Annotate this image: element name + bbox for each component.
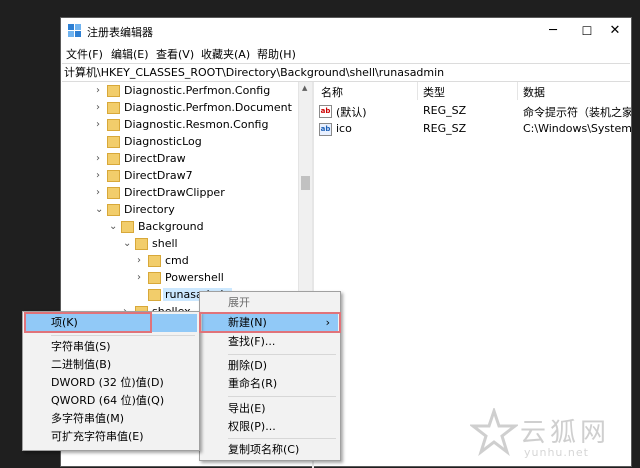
menu-file[interactable]: 文件(F) <box>66 46 103 62</box>
tree-item-label: cmd <box>165 254 189 267</box>
chevron-icon <box>137 289 145 301</box>
folder-icon <box>121 221 134 233</box>
tree-item-label: Diagnostic.Perfmon.Config <box>124 84 271 97</box>
submenu-qword-value[interactable]: QWORD (64 位)值(Q) <box>25 392 197 410</box>
tree-item-label: Directory <box>124 203 175 216</box>
menu-bar: 文件(F) 编辑(E) 查看(V) 收藏夹(A) 帮助(H) <box>61 44 631 62</box>
submenu-expandable-string-value[interactable]: 可扩充字符串值(E) <box>25 428 197 446</box>
menu-export[interactable]: 导出(E) <box>202 400 338 418</box>
watermark-url: yunhu.net <box>524 446 589 459</box>
column-divider[interactable] <box>517 82 518 100</box>
scrollbar-thumb[interactable] <box>301 176 310 190</box>
folder-icon <box>148 289 161 301</box>
value-data: 命令提示符（装机之家) <box>523 106 631 119</box>
tree-item-label: shell <box>152 237 178 250</box>
menu-permissions[interactable]: 权限(P)... <box>202 418 338 436</box>
submenu-binary-value[interactable]: 二进制值(B) <box>25 356 197 374</box>
folder-icon <box>148 272 161 284</box>
string-value-icon: ab <box>319 123 332 136</box>
tree-item-label: DirectDraw7 <box>124 169 193 182</box>
menu-delete[interactable]: 删除(D) <box>202 357 338 375</box>
folder-icon <box>107 136 120 148</box>
menu-separator <box>228 396 336 397</box>
value-data: C:\Windows\System3 <box>523 122 631 135</box>
folder-icon <box>135 238 148 250</box>
menu-copy-key-name[interactable]: 复制项名称(C) <box>202 441 338 459</box>
menu-rename[interactable]: 重命名(R) <box>202 375 338 393</box>
chevron-icon <box>96 136 104 148</box>
registry-editor-icon <box>68 24 81 37</box>
menu-separator <box>228 354 336 355</box>
column-divider[interactable] <box>417 82 418 100</box>
menu-find[interactable]: 查找(F)... <box>202 333 338 351</box>
menu-separator <box>228 438 336 439</box>
menu-view[interactable]: 查看(V) <box>156 46 194 62</box>
menu-edit[interactable]: 编辑(E) <box>111 46 149 62</box>
menu-help[interactable]: 帮助(H) <box>257 46 296 62</box>
chevron-down-icon[interactable]: ⌄ <box>95 204 103 216</box>
folder-icon <box>107 119 120 131</box>
address-bar[interactable]: 计算机\HKEY_CLASSES_ROOT\Directory\Backgrou… <box>62 63 630 82</box>
menu-expand[interactable]: 展开 <box>202 294 338 312</box>
close-button[interactable]: ✕ <box>595 18 635 44</box>
tree-item-label: DirectDrawClipper <box>124 186 225 199</box>
value-row[interactable]: ab (默认) REG_SZ 命令提示符（装机之家) <box>315 103 631 120</box>
folder-icon <box>107 153 120 165</box>
chevron-right-icon[interactable]: › <box>96 119 104 131</box>
tree-item-label: Diagnostic.Resmon.Config <box>124 118 269 131</box>
chevron-right-icon[interactable]: › <box>137 255 145 267</box>
menu-favorites[interactable]: 收藏夹(A) <box>201 46 250 62</box>
tree-item-label: Diagnostic.Perfmon.Document <box>124 101 292 114</box>
value-type: REG_SZ <box>423 122 467 135</box>
chevron-down-icon[interactable]: ⌄ <box>123 238 131 250</box>
value-name: ico <box>336 122 352 135</box>
submenu-string-value[interactable]: 字符串值(S) <box>25 338 197 356</box>
folder-icon <box>107 102 120 114</box>
column-header-type[interactable]: 类型 <box>423 84 445 100</box>
folder-icon <box>107 85 120 97</box>
chevron-right-icon[interactable]: › <box>96 170 104 182</box>
highlight-box-key <box>24 312 152 333</box>
tree-item-label: Powershell <box>165 271 224 284</box>
tree-item-label: DiagnosticLog <box>124 135 202 148</box>
value-name: (默认) <box>336 106 367 119</box>
highlight-box-new <box>199 312 341 333</box>
value-type: REG_SZ <box>423 104 467 117</box>
tree-item-label: Background <box>138 220 204 233</box>
tree-scrollbar[interactable]: ▲ <box>298 82 312 322</box>
chevron-right-icon[interactable]: › <box>137 272 145 284</box>
chevron-right-icon[interactable]: › <box>96 102 104 114</box>
value-row[interactable]: ab ico REG_SZ C:\Windows\System3 <box>315 121 631 138</box>
folder-icon <box>107 187 120 199</box>
title-bar: 注册表编辑器 ─ ☐ ✕ <box>61 18 631 44</box>
tree-item-label: DirectDraw <box>124 152 186 165</box>
folder-icon <box>148 255 161 267</box>
column-header-name[interactable]: 名称 <box>321 84 343 100</box>
submenu-multi-string-value[interactable]: 多字符串值(M) <box>25 410 197 428</box>
menu-separator <box>51 335 195 336</box>
submenu-dword-value[interactable]: DWORD (32 位)值(D) <box>25 374 197 392</box>
scroll-up-icon[interactable]: ▲ <box>302 84 307 92</box>
chevron-down-icon[interactable]: ⌄ <box>109 221 117 233</box>
folder-icon <box>107 170 120 182</box>
star-logo-icon <box>470 408 518 456</box>
window-title: 注册表编辑器 <box>87 26 153 39</box>
string-value-icon: ab <box>319 105 332 118</box>
chevron-right-icon[interactable]: › <box>96 187 104 199</box>
watermark: 云狐网 yunhu.net <box>470 408 638 464</box>
column-header-data[interactable]: 数据 <box>523 84 545 100</box>
chevron-right-icon[interactable]: › <box>96 153 104 165</box>
watermark-title: 云狐网 <box>520 418 611 448</box>
chevron-right-icon[interactable]: › <box>96 85 104 97</box>
folder-icon <box>107 204 120 216</box>
